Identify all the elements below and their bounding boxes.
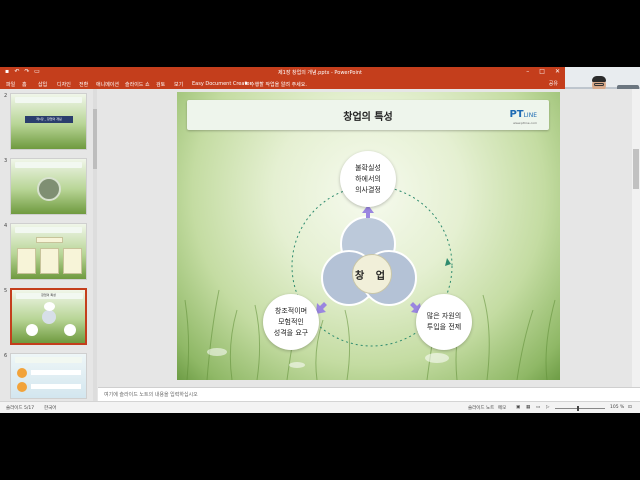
thumb-number: 4 (4, 223, 8, 229)
notes-toggle-button[interactable]: 슬라이드 노트 (468, 405, 494, 411)
powerpoint-window: ▪ ↶ ↷ ▭ 제1장 창업의 개념.pptx - PowerPoint – □… (0, 67, 640, 413)
slide-thumbnail-2[interactable]: 제1장 _ 창업의 개념 (10, 93, 87, 150)
tab-transitions[interactable]: 전환 (79, 81, 88, 88)
tab-view[interactable]: 보기 (174, 81, 183, 88)
node-uncertain-decision[interactable]: 불확실성 하에서의 의사결정 (340, 151, 396, 207)
thumb-caption: 제1장 _ 창업의 개념 (25, 116, 73, 123)
slide-editing-area: 창업의 특성 PTLINE www.ptline.com 창 업 불확실성 하에… (98, 89, 632, 387)
slide-thumbnail-pane: 2 제1장 _ 창업의 개념 3 4 5 창업의 특성 6 (0, 89, 96, 401)
tab-insert[interactable]: 삽입 (38, 81, 47, 88)
maximize-icon[interactable]: □ (539, 68, 545, 75)
status-bar: 슬라이드 5/17 한국어 슬라이드 노트 메모 ▣ ▦ ▭ ▷ 105 % ⊡ (0, 401, 640, 413)
slideshow-icon[interactable]: ▷ (546, 405, 549, 410)
tab-design[interactable]: 디자인 (57, 81, 71, 88)
tab-easy-document-creator[interactable]: Easy Document Creator (192, 81, 252, 87)
center-label-startup[interactable]: 창 업 (352, 254, 392, 294)
tell-me-search[interactable]: 수행할 작업을 알려 주세요. (250, 81, 307, 88)
ring-arrowhead (445, 258, 451, 266)
lightbulb-icon: ♦ (244, 81, 249, 87)
thumb-number: 2 (4, 93, 8, 99)
zoom-slider[interactable] (555, 406, 605, 411)
thumb-number: 6 (4, 353, 8, 359)
thumb-number: 5 (4, 288, 8, 294)
slide-scrollbar[interactable] (632, 89, 640, 387)
status-slide-info: 슬라이드 5/17 (6, 406, 35, 411)
arrow-down-left (316, 302, 327, 314)
node-creative-risk[interactable]: 창조적이며 모험적인 성격을 요구 (263, 294, 319, 350)
thumb-circle-graphic (37, 177, 61, 201)
slide-thumbnail-4[interactable] (10, 223, 87, 280)
normal-view-icon[interactable]: ▣ (516, 405, 520, 410)
thumb-caption: 창업의 특성 (41, 293, 56, 297)
notes-placeholder[interactable]: 여기에 슬라이드 노트의 내용을 입력하십시오 (104, 391, 198, 398)
tab-animations[interactable]: 애니메이션 (96, 81, 119, 88)
title-bar: ▪ ↶ ↷ ▭ 제1장 창업의 개념.pptx - PowerPoint – □… (0, 67, 640, 78)
tab-slideshow[interactable]: 슬라이드 쇼 (125, 81, 150, 88)
slide-thumbnail-3[interactable] (10, 158, 87, 215)
slide-sorter-icon[interactable]: ▦ (526, 405, 530, 410)
window-controls: – □ ✕ (526, 68, 560, 75)
tab-review[interactable]: 검토 (156, 81, 165, 88)
close-icon[interactable]: ✕ (555, 68, 560, 75)
thumbnail-scrollbar[interactable] (93, 89, 97, 401)
venn-diagram (291, 185, 453, 347)
thumb-number: 3 (4, 158, 8, 164)
zoom-level[interactable]: 105 % (610, 405, 624, 410)
ribbon-tabs: 파일 홈 삽입 디자인 전환 애니메이션 슬라이드 쇼 검토 보기 Easy D… (0, 78, 640, 89)
slide-thumbnail-5[interactable]: 창업의 특성 (10, 288, 87, 345)
slide-thumbnail-6[interactable] (10, 353, 87, 399)
notes-pane[interactable]: 여기에 슬라이드 노트의 내용을 입력하십시오 (98, 387, 640, 401)
fit-slide-icon[interactable]: ⊡ (628, 405, 632, 410)
node-resource-input[interactable]: 많은 자원의 투입을 전제 (416, 294, 472, 350)
comments-toggle-button[interactable]: 메모 (498, 405, 506, 411)
slide-canvas[interactable]: 창업의 특성 PTLINE www.ptline.com 창 업 불확실성 하에… (177, 92, 560, 380)
minimize-icon[interactable]: – (526, 68, 529, 75)
share-button[interactable]: 공유 (549, 80, 558, 87)
tab-home[interactable]: 홈 (22, 81, 27, 88)
reading-view-icon[interactable]: ▭ (536, 405, 540, 410)
status-language[interactable]: 한국어 (44, 405, 56, 411)
tab-file[interactable]: 파일 (6, 81, 15, 88)
